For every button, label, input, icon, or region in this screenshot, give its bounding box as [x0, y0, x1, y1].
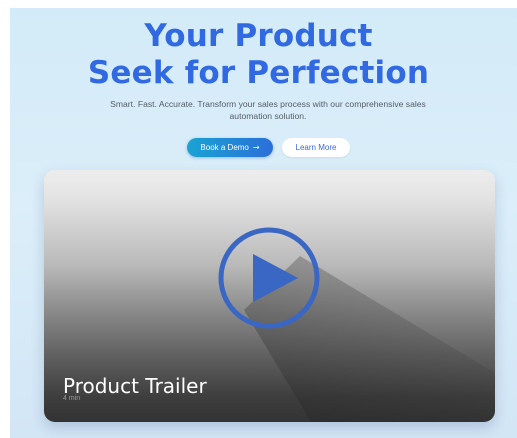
video-title: Product Trailer [63, 374, 207, 398]
hero-title-line-2: Seek for Perfection [87, 55, 430, 91]
video-duration: 4 min [63, 395, 81, 402]
learn-more-button[interactable]: Learn More [282, 138, 350, 157]
book-demo-label: Book a Demo [200, 143, 249, 152]
hero-title: Your Product Seek for Perfection [0, 18, 517, 92]
arrow-right-icon: → [252, 143, 260, 152]
hero-subtitle: Smart. Fast. Accurate. Transform your sa… [110, 99, 426, 121]
video-player[interactable]: Product Trailer 4 min [44, 170, 495, 422]
book-demo-button[interactable]: Book a Demo → [187, 138, 273, 157]
learn-more-label: Learn More [295, 143, 337, 152]
hero-title-line-1: Your Product [144, 18, 373, 54]
